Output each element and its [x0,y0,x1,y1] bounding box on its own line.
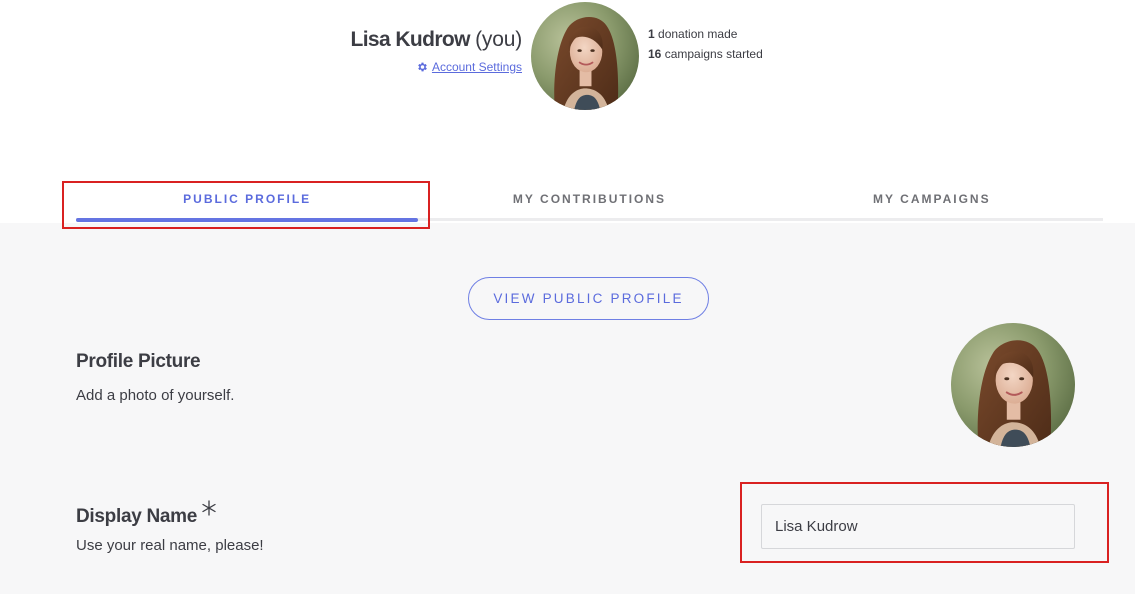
gear-icon [418,62,427,72]
tab-my-campaigns[interactable]: MY CAMPAIGNS [761,186,1103,222]
profile-header: Lisa Kudrow (you) Account Settings [340,28,522,76]
campaigns-count: 16 [648,47,662,61]
display-name-input[interactable] [761,504,1075,549]
active-tab-indicator [76,218,418,222]
public-profile-panel: VIEW PUBLIC PROFILE Profile Picture Add … [0,223,1135,594]
profile-picture-description: Add a photo of yourself. [76,387,235,404]
profile-picture-avatar[interactable] [951,323,1075,447]
display-name-title: Display Name [76,506,198,527]
tab-public-profile[interactable]: PUBLIC PROFILE [76,186,418,222]
donations-label: donation made [658,27,738,41]
view-public-profile-button[interactable]: VIEW PUBLIC PROFILE [468,277,709,320]
tab-my-contributions[interactable]: MY CONTRIBUTIONS [418,186,760,222]
profile-tabs: PUBLIC PROFILE MY CONTRIBUTIONS MY CAMPA… [76,186,1103,222]
account-settings-link[interactable]: Account Settings [416,60,522,74]
campaigns-stat: 16 campaigns started [648,44,763,64]
campaigns-label: campaigns started [664,47,763,61]
avatar [531,2,639,110]
profile-picture-image [951,323,1075,447]
profile-name-line: Lisa Kudrow (you) [340,28,522,52]
account-settings-label: Account Settings [431,60,522,74]
donations-stat: 1 donation made [648,24,763,44]
display-name-title-line: Display Name [76,500,217,528]
profile-picture-title: Profile Picture [76,351,201,372]
avatar-image [531,2,639,110]
asterisk-icon [202,500,216,516]
display-name-description: Use your real name, please! [76,537,264,554]
profile-stats: 1 donation made 16 campaigns started [648,24,763,64]
profile-name: Lisa Kudrow [350,28,470,51]
you-label: (you) [475,28,522,51]
donations-count: 1 [648,27,655,41]
